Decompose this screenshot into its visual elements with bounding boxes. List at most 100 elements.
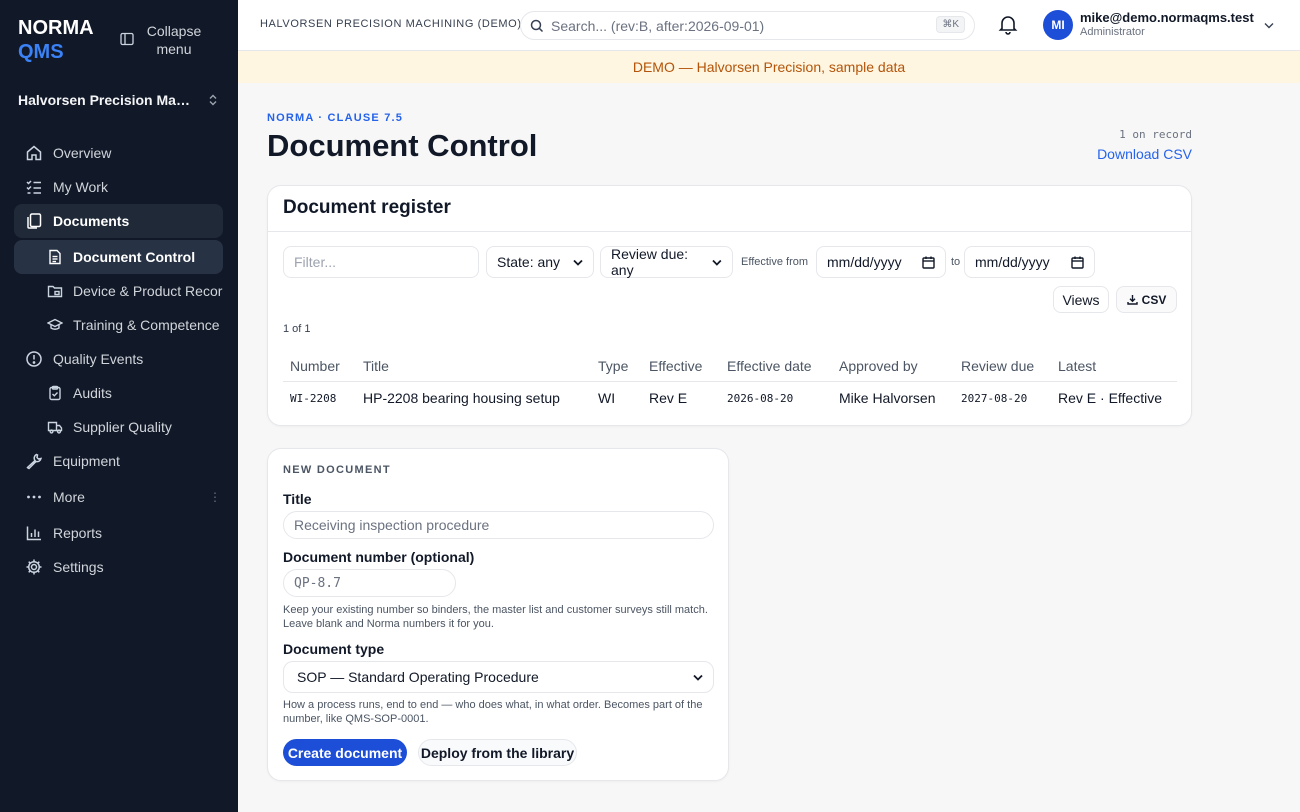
home-icon bbox=[26, 145, 42, 161]
organization-switcher[interactable]: Halvorsen Precision Machining bbox=[18, 92, 218, 108]
sidebar-item-quality-events[interactable]: Quality Events bbox=[14, 342, 223, 376]
sidebar: NORMA QMS Collapse menu Halvorsen Precis… bbox=[0, 0, 238, 812]
graduation-cap-icon bbox=[47, 318, 63, 330]
document-type-value: SOP — Standard Operating Procedure bbox=[297, 669, 539, 685]
sidebar-item-reports[interactable]: Reports bbox=[14, 516, 223, 550]
checklist-icon bbox=[26, 180, 41, 194]
register-title: Document register bbox=[283, 197, 451, 218]
csv-export-button[interactable]: CSV bbox=[1116, 286, 1177, 313]
sidebar-item-document-control[interactable]: Document Control bbox=[14, 240, 223, 274]
search-placeholder: Search... (rev:B, after:2026-09-01) bbox=[551, 17, 765, 34]
sidebar-item-label: Audits bbox=[73, 385, 112, 401]
state-select[interactable]: State: any bbox=[486, 246, 594, 278]
column-header-latest[interactable]: Latest bbox=[1058, 358, 1096, 374]
demo-banner: DEMO — Halvorsen Precision, sample data bbox=[238, 51, 1300, 83]
sidebar-item-more[interactable]: More ⋮ bbox=[14, 480, 223, 514]
column-header-effective[interactable]: Effective bbox=[649, 358, 702, 374]
chevron-down-icon bbox=[712, 259, 722, 266]
user-role: Administrator bbox=[1080, 26, 1145, 38]
cell-review-due: 2027-08-20 bbox=[961, 392, 1028, 405]
folder-icon bbox=[47, 285, 63, 298]
document-table: Number Title Type Effective Effective da… bbox=[283, 350, 1177, 414]
effective-from-date-input[interactable]: mm/dd/yyyy bbox=[816, 246, 946, 278]
document-number-label: Document number (optional) bbox=[283, 549, 475, 565]
sidebar-item-overview[interactable]: Overview bbox=[14, 136, 223, 170]
date-range-to-label: to bbox=[951, 256, 961, 268]
effective-to-date-input[interactable]: mm/dd/yyyy bbox=[964, 246, 1095, 278]
cell-latest: Rev E · Effective bbox=[1058, 390, 1163, 406]
chevron-up-down-icon bbox=[209, 94, 217, 106]
download-csv-link[interactable]: Download CSV bbox=[1097, 146, 1192, 162]
user-info: mike@demo.normaqms.test Administrator bbox=[1080, 11, 1254, 39]
deploy-from-library-button[interactable]: Deploy from the library bbox=[418, 739, 577, 766]
top-bar: HALVORSEN PRECISION MACHINING (DEMO) Sea… bbox=[238, 0, 1300, 51]
sidebar-item-label: Equipment bbox=[53, 453, 120, 469]
sidebar-item-label: Quality Events bbox=[53, 351, 144, 367]
date-placeholder: mm/dd/yyyy bbox=[975, 254, 1050, 270]
sidebar-item-settings[interactable]: Settings bbox=[14, 550, 223, 584]
page-title: Document Control bbox=[267, 128, 538, 163]
date-placeholder: mm/dd/yyyy bbox=[827, 254, 902, 270]
table-header: Number Title Type Effective Effective da… bbox=[283, 350, 1177, 382]
company-name: HALVORSEN PRECISION MACHINING (DEMO) bbox=[260, 18, 522, 30]
organization-name: Halvorsen Precision Machining bbox=[18, 92, 190, 108]
search-input[interactable]: Search... (rev:B, after:2026-09-01) ⌘K bbox=[520, 11, 975, 40]
documents-icon bbox=[27, 213, 42, 229]
sidebar-item-my-work[interactable]: My Work bbox=[14, 170, 223, 204]
sidebar-item-label: Settings bbox=[53, 559, 104, 575]
document-type-label: Document type bbox=[283, 641, 385, 657]
file-text-icon bbox=[49, 249, 61, 265]
sidebar-item-documents[interactable]: Documents bbox=[14, 204, 223, 238]
filter-input[interactable]: Filter... bbox=[283, 246, 479, 278]
effective-from-label: Effective from bbox=[741, 256, 809, 268]
divider bbox=[268, 231, 1191, 232]
brand-name: NORMA bbox=[18, 17, 94, 39]
document-number-help: Keep your existing number so binders, th… bbox=[283, 604, 708, 630]
column-header-title[interactable]: Title bbox=[363, 358, 389, 374]
sidebar-toggle-icon bbox=[120, 32, 134, 46]
document-type-help: How a process runs, end to end — who doe… bbox=[283, 699, 703, 725]
csv-export-label: CSV bbox=[1141, 292, 1167, 307]
cell-effective: Rev E bbox=[649, 390, 688, 406]
document-type-select[interactable]: SOP — Standard Operating Procedure bbox=[283, 661, 714, 693]
state-select-value: State: any bbox=[497, 254, 561, 270]
search-icon bbox=[530, 19, 544, 32]
sidebar-item-label: Device & Product Records bbox=[73, 283, 223, 299]
sidebar-item-equipment[interactable]: Equipment bbox=[14, 444, 223, 478]
column-header-effective-date[interactable]: Effective date bbox=[727, 358, 812, 374]
sidebar-item-label: More bbox=[53, 489, 85, 505]
user-email: mike@demo.normaqms.test bbox=[1080, 10, 1254, 25]
views-button[interactable]: Views bbox=[1053, 286, 1109, 313]
sidebar-item-audits[interactable]: Audits bbox=[14, 376, 223, 410]
chevron-down-icon bbox=[573, 259, 583, 266]
create-document-button[interactable]: Create document bbox=[283, 739, 407, 766]
truck-icon bbox=[47, 421, 63, 434]
chevron-down-icon bbox=[693, 674, 703, 681]
user-menu[interactable]: MI mike@demo.normaqms.test Administrator bbox=[1043, 10, 1274, 40]
review-due-select[interactable]: Review due: any bbox=[600, 246, 733, 278]
table-row[interactable]: WI-2208 HP-2208 bearing housing setup WI… bbox=[283, 382, 1177, 414]
document-number-field[interactable]: QP-8.7 bbox=[283, 569, 456, 597]
sidebar-item-training-competence[interactable]: Training & Competence bbox=[14, 308, 223, 342]
notifications-button[interactable] bbox=[997, 13, 1019, 40]
column-header-review-due[interactable]: Review due bbox=[961, 358, 1034, 374]
title-field-label: Title bbox=[283, 491, 312, 507]
column-header-number[interactable]: Number bbox=[290, 358, 340, 374]
brand-logo[interactable]: NORMA QMS bbox=[18, 16, 94, 64]
more-horizontal-icon bbox=[27, 495, 41, 499]
title-field[interactable]: Receiving inspection procedure bbox=[283, 511, 714, 539]
collapse-menu-label: Collapse menu bbox=[146, 23, 202, 57]
cell-title: HP-2208 bearing housing setup bbox=[363, 390, 560, 406]
download-icon bbox=[1126, 295, 1138, 305]
wrench-icon bbox=[26, 453, 42, 470]
brand-suffix: QMS bbox=[18, 41, 64, 63]
sidebar-item-supplier-quality[interactable]: Supplier Quality bbox=[14, 410, 223, 444]
collapse-menu-button[interactable]: Collapse menu bbox=[120, 22, 204, 58]
page-eyebrow: NORMA · CLAUSE 7.5 bbox=[267, 112, 404, 124]
column-header-approved-by[interactable]: Approved by bbox=[839, 358, 918, 374]
column-header-type[interactable]: Type bbox=[598, 358, 628, 374]
cell-effective-date: 2026-08-20 bbox=[727, 392, 794, 405]
sidebar-item-device-product-records[interactable]: Device & Product Records bbox=[14, 274, 223, 308]
calendar-icon bbox=[1071, 256, 1084, 269]
sidebar-nav: Overview My Work Documents Document Cont… bbox=[14, 136, 223, 584]
